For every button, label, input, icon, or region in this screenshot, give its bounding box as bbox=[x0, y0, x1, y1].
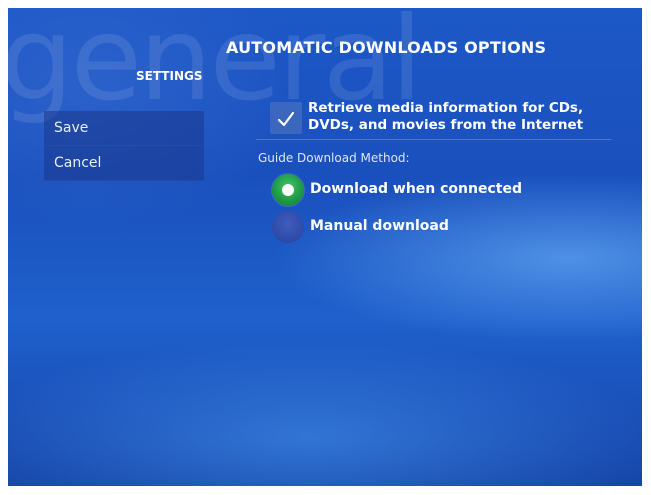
radio-unselected-icon[interactable] bbox=[272, 211, 304, 243]
retrieve-media-info-checkbox[interactable]: Retrieve media information for CDs, DVDs… bbox=[270, 100, 610, 138]
side-menu: Save Cancel bbox=[44, 111, 204, 181]
save-button[interactable]: Save bbox=[44, 111, 204, 146]
checkmark-icon bbox=[277, 111, 295, 127]
section-label: SETTINGS bbox=[136, 69, 203, 83]
checkbox-label-line2: DVDs, and movies from the Internet bbox=[308, 117, 584, 133]
radio-label: Manual download bbox=[310, 218, 449, 234]
cancel-button[interactable]: Cancel bbox=[44, 146, 204, 181]
radio-manual-download[interactable]: Manual download bbox=[272, 211, 592, 243]
checkbox-label-line1: Retrieve media information for CDs, bbox=[308, 100, 584, 116]
checkbox-label: Retrieve media information for CDs, DVDs… bbox=[308, 100, 618, 134]
divider bbox=[256, 139, 611, 140]
guide-download-method-label: Guide Download Method: bbox=[258, 151, 410, 165]
page-title: AUTOMATIC DOWNLOADS OPTIONS bbox=[226, 38, 547, 57]
checkbox-box[interactable] bbox=[270, 102, 302, 134]
radio-selected-icon[interactable] bbox=[272, 174, 304, 206]
radio-download-when-connected[interactable]: Download when connected bbox=[272, 174, 592, 206]
media-center-screen: general AUTOMATIC DOWNLOADS OPTIONS SETT… bbox=[8, 8, 642, 486]
radio-label: Download when connected bbox=[310, 181, 522, 197]
